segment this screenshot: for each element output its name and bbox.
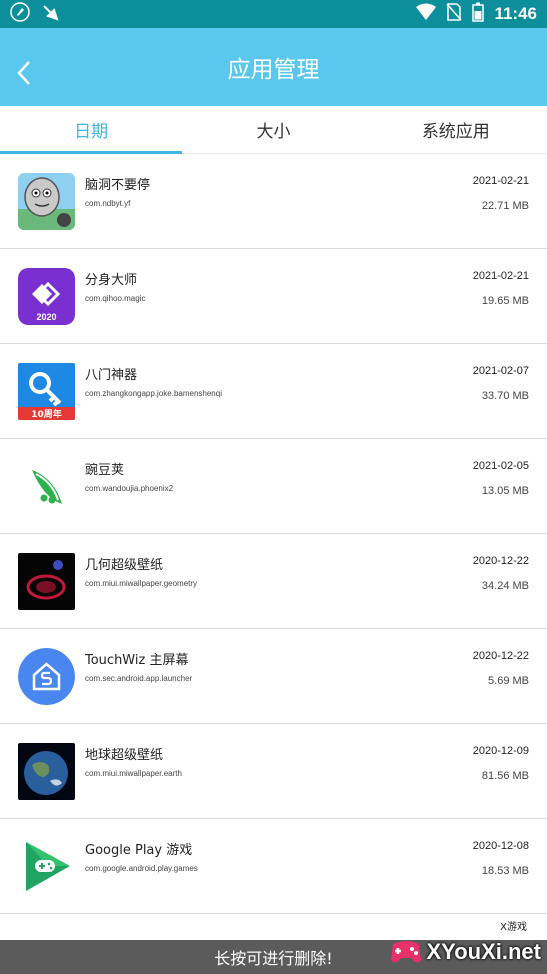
status-time: 11:46 [494, 4, 537, 23]
geometry-wallpaper-icon [18, 553, 75, 610]
list-item[interactable]: TouchWiz 主屏幕 com.sec.android.app.launche… [0, 629, 547, 724]
list-item[interactable]: 脑洞不要停 com.ndbyt.yf 2021-02-21 22.71 MB [0, 154, 547, 249]
app-name: 八门神器 [85, 368, 138, 383]
app-install-date: 2021-02-07 [472, 365, 529, 377]
app-name: 脑洞不要停 [85, 178, 151, 193]
app-name: 豌豆荚 [85, 463, 125, 478]
cleaner-icon [40, 2, 60, 26]
play-games-icon [18, 838, 75, 895]
app-name: 分身大师 [85, 273, 138, 288]
app-package: com.ndbyt.yf [85, 199, 131, 208]
watermark-badge: X游戏 [498, 918, 529, 933]
tab-date[interactable]: 日期 [0, 106, 182, 153]
app-package: com.qihoo.magic [85, 294, 146, 303]
list-item[interactable]: 2020 分身大师 com.qihoo.magic 2021-02-21 19.… [0, 249, 547, 344]
app-install-date: 2021-02-21 [472, 175, 529, 187]
app-name: TouchWiz 主屏幕 [85, 653, 189, 668]
battery-icon [472, 2, 485, 26]
app-package: com.miui.miwallpaper.earth [85, 769, 182, 778]
app-size: 22.71 MB [481, 200, 529, 212]
status-bar: 11:46 [0, 0, 547, 28]
icon-anniversary-label: 10周年 [31, 408, 62, 420]
app-size: 18.53 MB [481, 865, 529, 877]
app-install-date: 2021-02-21 [472, 270, 529, 282]
toast-message: 长按可进行删除! X游戏 XYouXi.net [0, 918, 547, 974]
page-title: 应用管理 [227, 57, 320, 83]
tab-bar: 日期 大小 系统应用 [0, 106, 547, 154]
app-size: 34.24 MB [481, 580, 529, 592]
app-size: 13.05 MB [481, 485, 529, 497]
app-install-date: 2020-12-08 [472, 840, 529, 852]
toast-text: 长按可进行删除! [214, 949, 333, 968]
no-sim-icon [446, 3, 463, 25]
rocket-icon [10, 2, 30, 26]
key-icon: 10周年 [18, 363, 75, 420]
app-package: com.miui.miwallpaper.geometry [85, 579, 198, 588]
app-install-date: 2020-12-09 [472, 745, 529, 757]
earth-icon [18, 743, 75, 800]
app-package: com.wandoujia.phoenix2 [85, 484, 174, 493]
app-bar: 应用管理 [0, 28, 547, 106]
chevron-left-icon [17, 61, 30, 85]
app-size: 81.56 MB [481, 770, 529, 782]
watermark: X游戏 XYouXi.net [389, 918, 542, 966]
list-item[interactable]: 几何超级壁纸 com.miui.miwallpaper.geometry 202… [0, 534, 547, 629]
app-size: 33.70 MB [481, 390, 529, 402]
peapod-icon [18, 458, 75, 515]
gamepad-logo-icon [390, 941, 421, 963]
launcher-home-icon [18, 648, 75, 705]
app-name: 地球超级壁纸 [85, 748, 164, 763]
list-item[interactable]: 10周年 八门神器 com.zhangkongapp.joke.bamenshe… [0, 344, 547, 439]
app-package: com.google.android.play.games [85, 864, 198, 873]
cartoon-face-icon [18, 173, 75, 230]
app-list: 脑洞不要停 com.ndbyt.yf 2021-02-21 22.71 MB 2… [0, 154, 547, 914]
app-install-date: 2021-02-05 [472, 460, 529, 472]
list-item[interactable]: 豌豆荚 com.wandoujia.phoenix2 2021-02-05 13… [0, 439, 547, 534]
app-install-date: 2020-12-22 [472, 555, 529, 567]
wifi-icon [416, 3, 437, 25]
diamond-2020-icon: 2020 [18, 268, 75, 325]
tab-system-apps[interactable]: 系统应用 [365, 106, 547, 153]
app-size: 19.65 MB [481, 295, 529, 307]
watermark-text: XYouXi.net [426, 939, 542, 964]
list-item[interactable]: 地球超级壁纸 com.miui.miwallpaper.earth 2020-1… [0, 724, 547, 819]
app-name: Google Play 游戏 [85, 843, 193, 858]
icon-year-label: 2020 [36, 312, 56, 322]
app-size: 5.69 MB [488, 675, 529, 687]
back-button[interactable] [10, 56, 38, 90]
app-name: 几何超级壁纸 [85, 558, 164, 573]
list-item[interactable]: Google Play 游戏 com.google.android.play.g… [0, 819, 547, 914]
tab-size[interactable]: 大小 [182, 106, 364, 153]
app-install-date: 2020-12-22 [472, 650, 529, 662]
app-package: com.sec.android.app.launcher [85, 674, 193, 683]
app-package: com.zhangkongapp.joke.bamenshenqi [85, 389, 222, 398]
